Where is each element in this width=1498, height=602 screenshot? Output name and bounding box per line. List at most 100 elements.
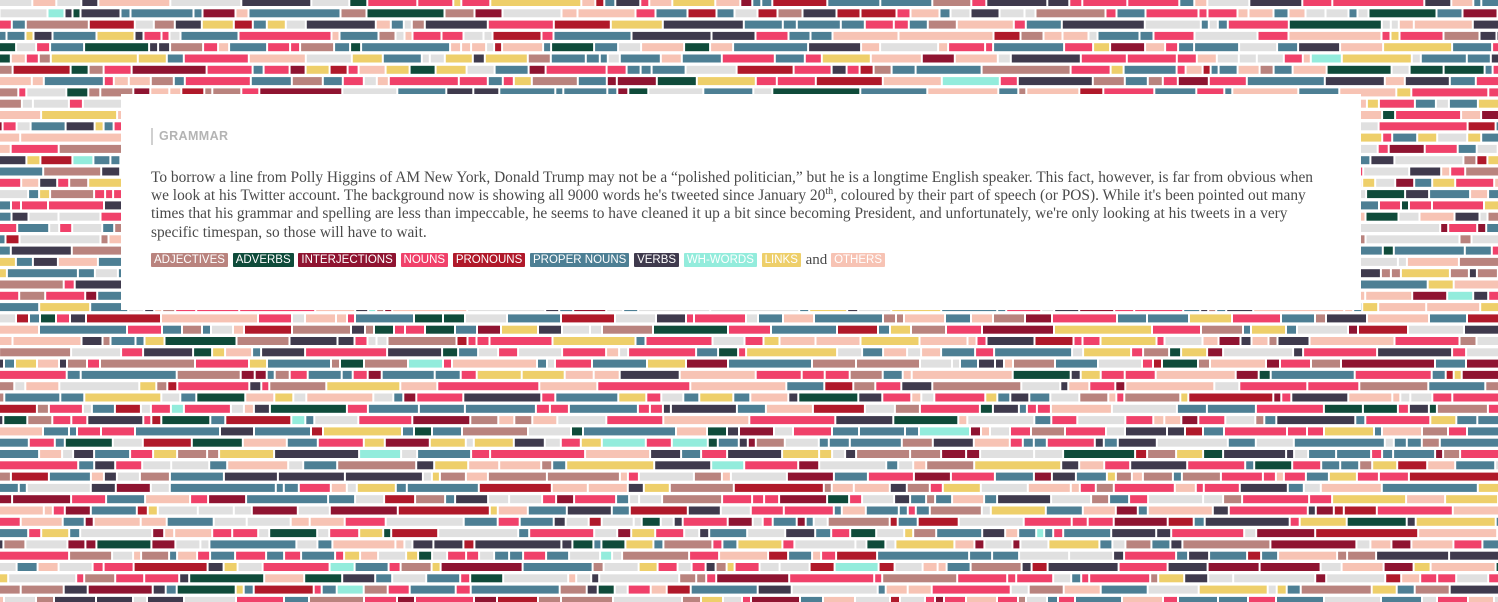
- word-block: [1199, 416, 1225, 425]
- word-block: [879, 325, 889, 334]
- word-block: [359, 416, 412, 425]
- legend-tag-nouns[interactable]: NOUNS: [400, 252, 449, 267]
- word-block: [813, 359, 855, 368]
- word-block: [658, 563, 677, 571]
- word-block: [1414, 563, 1430, 571]
- legend-tag-wh-words[interactable]: WH-WORDS: [683, 252, 757, 267]
- word-block: [148, 596, 183, 602]
- word-block: [1127, 54, 1176, 63]
- legend-tag-pronouns[interactable]: PRONOUNS: [452, 252, 526, 267]
- word-block: [250, 359, 266, 368]
- word-block: [1205, 517, 1289, 526]
- word-block: [596, 0, 604, 6]
- word-block: [1308, 427, 1323, 436]
- word-block: [55, 438, 64, 447]
- word-block: [141, 404, 150, 413]
- word-block: [183, 325, 201, 334]
- word-block: [640, 495, 662, 504]
- word-block: [1063, 31, 1088, 40]
- word-block: [899, 506, 907, 515]
- word-block: [1208, 563, 1259, 571]
- word-block: [306, 65, 329, 74]
- word-block: [178, 382, 249, 391]
- word-block: [1183, 540, 1270, 549]
- word-block: [813, 551, 821, 560]
- word-block: [595, 529, 617, 538]
- word-block: [1325, 77, 1384, 86]
- word-block: [51, 190, 94, 199]
- legend-tag-adjectives[interactable]: ADJECTIVES: [151, 252, 228, 267]
- word-block: [293, 325, 350, 334]
- word-block: [1029, 585, 1063, 594]
- word-block: [315, 416, 358, 425]
- word-block: [20, 235, 100, 244]
- word-block: [558, 416, 606, 425]
- word-block: [1311, 54, 1341, 63]
- word-block: [0, 280, 63, 289]
- word-block: [829, 438, 849, 447]
- word-block: [897, 9, 910, 18]
- word-block: [72, 495, 106, 504]
- word-block: [67, 370, 80, 379]
- word-block: [1107, 472, 1115, 481]
- word-block: [903, 370, 911, 379]
- legend-tag-verbs[interactable]: VERBS: [634, 252, 680, 267]
- word-block: [81, 370, 176, 379]
- word-block: [594, 370, 619, 379]
- word-block: [619, 393, 646, 402]
- word-block: [789, 31, 810, 40]
- word-block: [426, 325, 454, 334]
- legend-tag-proper-nouns[interactable]: PROPER NOUNS: [530, 252, 630, 267]
- word-block: [209, 495, 246, 504]
- word-block: [221, 427, 253, 436]
- word-block: [553, 337, 635, 345]
- word-block: [1229, 506, 1307, 515]
- word-block: [816, 529, 831, 538]
- legend-tag-interjections[interactable]: INTERJECTIONS: [298, 252, 396, 267]
- word-block: [1465, 325, 1498, 334]
- word-block: [417, 393, 463, 402]
- word-block: [547, 472, 619, 481]
- legend-tag-others[interactable]: OTHERS: [831, 252, 885, 267]
- word-block: [237, 337, 289, 345]
- word-block: [662, 393, 683, 402]
- word-block: [1450, 77, 1475, 86]
- word-block: [1045, 529, 1053, 538]
- word-block: [1428, 461, 1455, 470]
- word-block: [753, 0, 761, 6]
- word-block: [134, 551, 141, 560]
- word-block: [490, 337, 552, 345]
- word-block: [620, 370, 679, 379]
- word-block: [1411, 393, 1432, 402]
- word-block: [16, 359, 36, 368]
- word-block: [1396, 178, 1414, 187]
- word-block: [1316, 529, 1418, 538]
- word-block: [0, 563, 16, 571]
- word-block: [1119, 563, 1167, 571]
- word-block: [86, 291, 97, 300]
- word-block: [201, 540, 209, 549]
- word-block: [1364, 167, 1409, 176]
- word-block: [1433, 201, 1483, 210]
- word-block: [154, 20, 174, 29]
- word-block: [1321, 563, 1341, 571]
- word-block: [1035, 450, 1063, 458]
- word-block: [1446, 495, 1498, 504]
- word-block: [1082, 574, 1089, 583]
- word-block: [702, 450, 727, 458]
- word-block: [500, 461, 541, 470]
- legend-tag-adverbs[interactable]: ADVERBS: [232, 252, 294, 267]
- word-block: [702, 596, 722, 602]
- legend-tag-links[interactable]: LINKS: [761, 252, 801, 267]
- word-block: [656, 529, 684, 538]
- word-block: [995, 472, 1033, 481]
- word-block: [253, 65, 263, 74]
- word-block: [12, 212, 28, 221]
- word-block: [1415, 178, 1432, 187]
- word-block: [1396, 111, 1461, 119]
- word-block: [433, 427, 461, 436]
- word-block: [1221, 472, 1262, 481]
- word-block: [824, 596, 854, 602]
- word-block: [691, 585, 757, 594]
- word-block: [601, 551, 612, 560]
